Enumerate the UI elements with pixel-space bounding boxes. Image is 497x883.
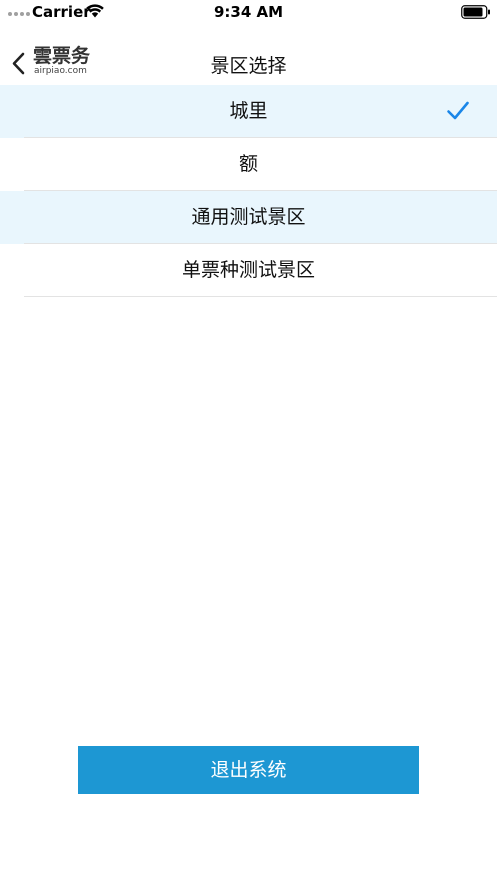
list-item-e[interactable]: 额	[0, 138, 497, 191]
list-item-chengli[interactable]: 城里	[0, 85, 497, 138]
checkmark-icon	[446, 101, 470, 125]
status-time: 9:34 AM	[213, 3, 284, 21]
page-title: 景区选择	[210, 55, 287, 77]
battery-icon	[461, 5, 491, 23]
list-item-label: 通用测试景区	[191, 206, 306, 228]
list-item-single-ticket-test[interactable]: 单票种测试景区	[0, 244, 497, 297]
row-divider	[24, 296, 497, 297]
list-item-general-test[interactable]: 通用测试景区	[0, 191, 497, 244]
list-item-label: 单票种测试景区	[181, 259, 315, 281]
status-bar: Carrier 9:34 AM	[0, 0, 497, 24]
list-item-label: 额	[238, 153, 258, 175]
navigation-bar: 雲票务 airpiao.com 景区选择	[0, 24, 497, 84]
list-item-label: 城里	[229, 100, 268, 122]
screen: Carrier 9:34 AM 雲票务 airpiao.com 景区选择 城里 …	[0, 0, 497, 883]
scenic-area-list: 城里 额 通用测试景区 单票种测试景区	[0, 85, 497, 297]
logout-button[interactable]: 退出系统	[78, 746, 419, 794]
